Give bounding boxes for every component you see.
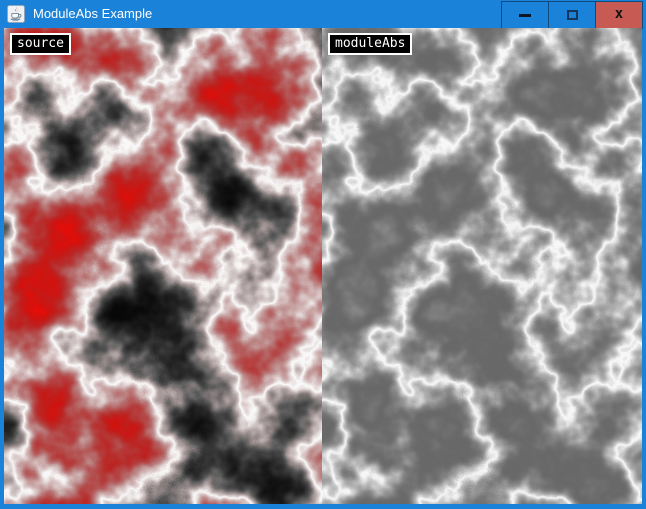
close-button[interactable]: x [596, 2, 642, 28]
close-icon: x [615, 7, 623, 21]
minimize-icon [519, 14, 531, 17]
maximize-button[interactable] [549, 2, 595, 28]
window-controls: x [501, 1, 643, 29]
java-coffee-cup-icon [7, 5, 25, 23]
panel-moduleabs: moduleAbs [322, 28, 642, 504]
source-label: source [10, 33, 71, 55]
source-noise-image [4, 28, 322, 504]
title-bar[interactable]: ModuleAbs Example x [4, 0, 642, 28]
maximize-icon [567, 10, 578, 20]
moduleabs-label: moduleAbs [328, 33, 412, 55]
minimize-button[interactable] [502, 2, 548, 28]
render-canvas: source [4, 28, 642, 504]
app-window: ModuleAbs Example x [0, 0, 646, 509]
moduleabs-noise-image [322, 28, 642, 504]
window-title: ModuleAbs Example [33, 0, 152, 28]
panel-source: source [4, 28, 322, 504]
